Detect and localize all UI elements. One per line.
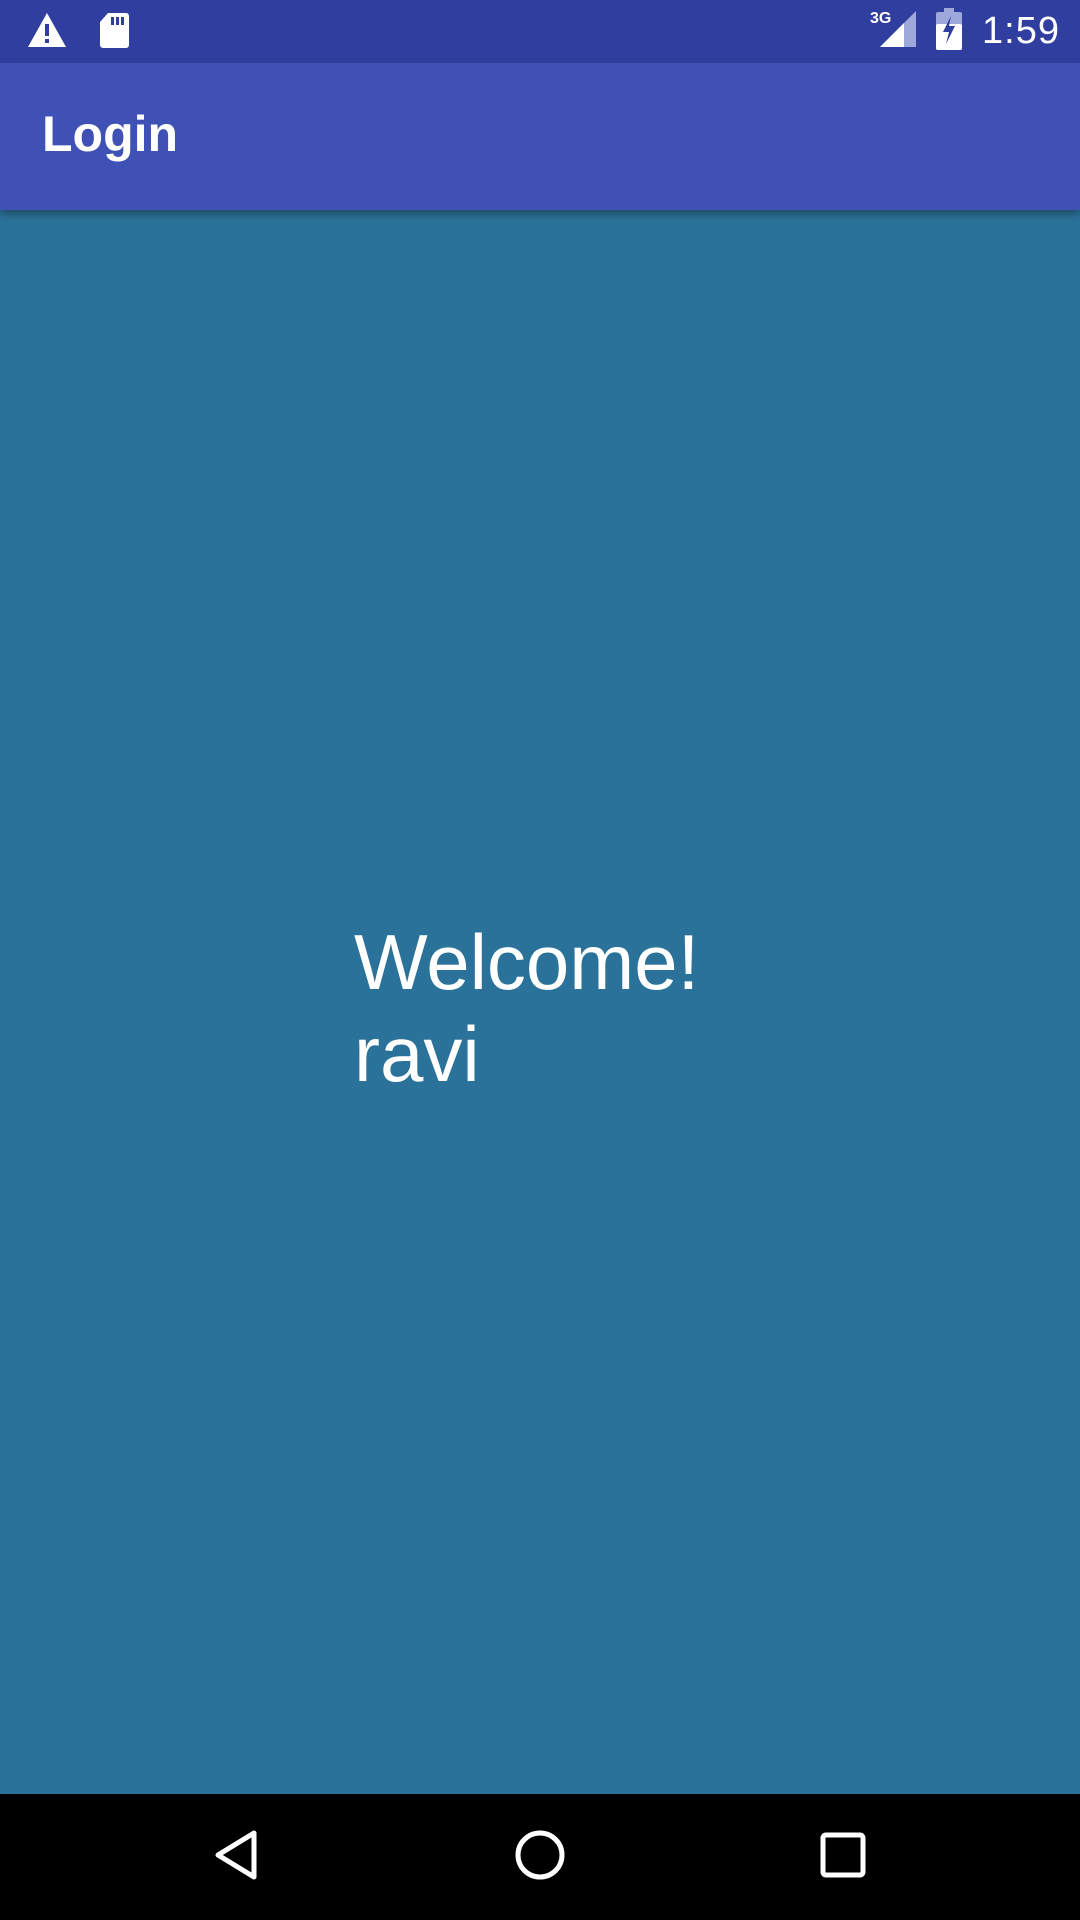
warning-icon <box>26 11 68 54</box>
battery-icon <box>936 8 963 55</box>
status-right-icons: 3G 1:59 <box>870 0 1060 63</box>
status-left-icons <box>26 10 160 54</box>
welcome-text: Welcome! <box>354 918 700 1006</box>
app-bar: Login <box>0 63 1080 210</box>
main-content: Welcome! ravi <box>0 210 1080 1794</box>
home-icon <box>514 1829 566 1886</box>
welcome-message: Welcome! ravi <box>354 916 699 1100</box>
page-title: Login <box>42 106 179 162</box>
sd-card-icon <box>98 11 130 54</box>
screen: 3G 1:59 Login Welcome! ravi <box>0 0 1080 1920</box>
back-button[interactable] <box>176 1794 296 1920</box>
home-button[interactable] <box>480 1794 600 1920</box>
recents-icon <box>820 1832 866 1883</box>
back-icon <box>212 1829 260 1886</box>
network-type-label: 3G <box>870 10 891 27</box>
signal-icon: 3G <box>870 7 918 56</box>
navigation-bar <box>0 1794 1080 1920</box>
recents-button[interactable] <box>783 1794 903 1920</box>
status-time: 1:59 <box>982 10 1060 52</box>
status-bar: 3G 1:59 <box>0 0 1080 63</box>
username-text: ravi <box>354 1010 480 1098</box>
